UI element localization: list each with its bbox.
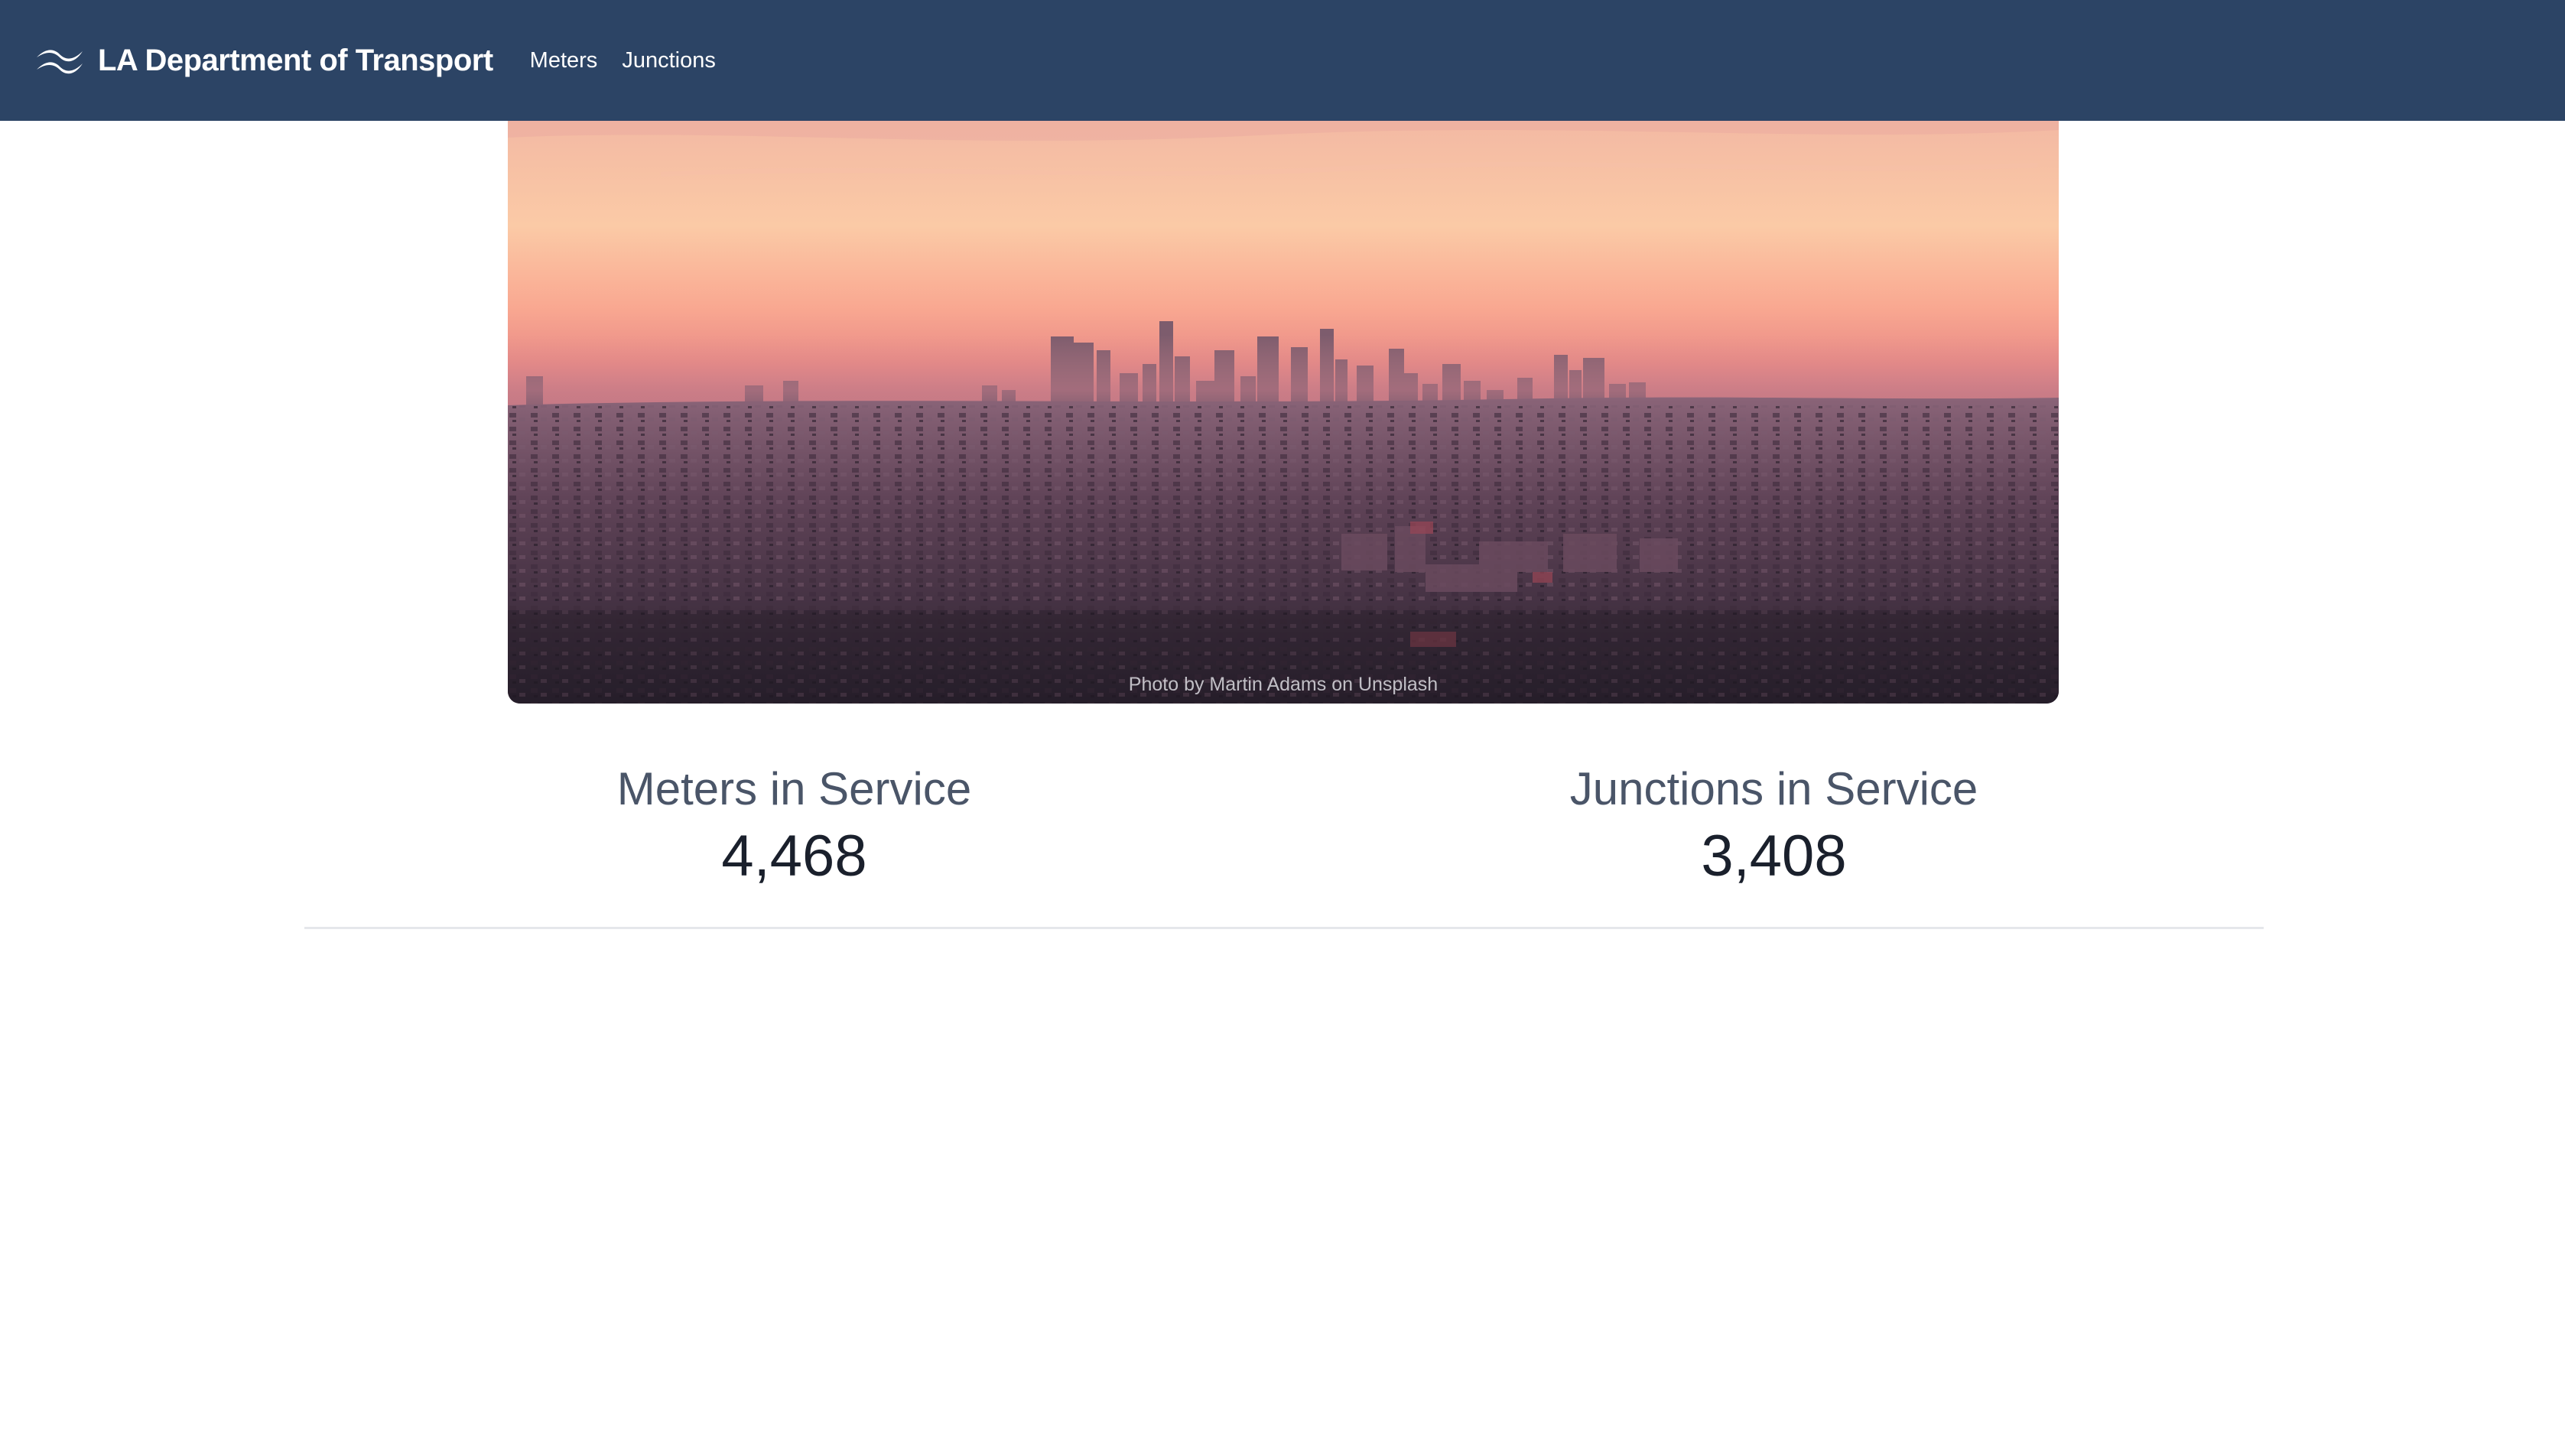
stat-label: Junctions in Service xyxy=(1569,763,1978,814)
brand-link[interactable]: LA Department of Transport xyxy=(35,44,493,78)
top-navbar: LA Department of Transport Meters Juncti… xyxy=(0,0,2565,121)
nav-link-meters[interactable]: Meters xyxy=(530,48,598,73)
stat-junctions: Junctions in Service 3,408 xyxy=(1284,757,2264,927)
nav-link-junctions[interactable]: Junctions xyxy=(622,48,716,73)
stat-value: 4,468 xyxy=(721,824,867,889)
stat-label: Meters in Service xyxy=(616,763,972,814)
photo-credit[interactable]: Photo by Martin Adams on Unsplash xyxy=(508,674,2059,696)
stats-section: Meters in Service 4,468 Junctions in Ser… xyxy=(304,757,2264,929)
city-skyline-image xyxy=(508,121,2059,704)
stat-value: 3,408 xyxy=(1701,824,1847,889)
brand-name: LA Department of Transport xyxy=(98,43,493,77)
stat-meters: Meters in Service 4,468 xyxy=(304,757,1284,927)
wave-logo-icon xyxy=(37,50,83,74)
hero-image: Photo by Martin Adams on Unsplash xyxy=(508,121,2059,704)
nav-links: Meters Junctions xyxy=(530,48,740,73)
